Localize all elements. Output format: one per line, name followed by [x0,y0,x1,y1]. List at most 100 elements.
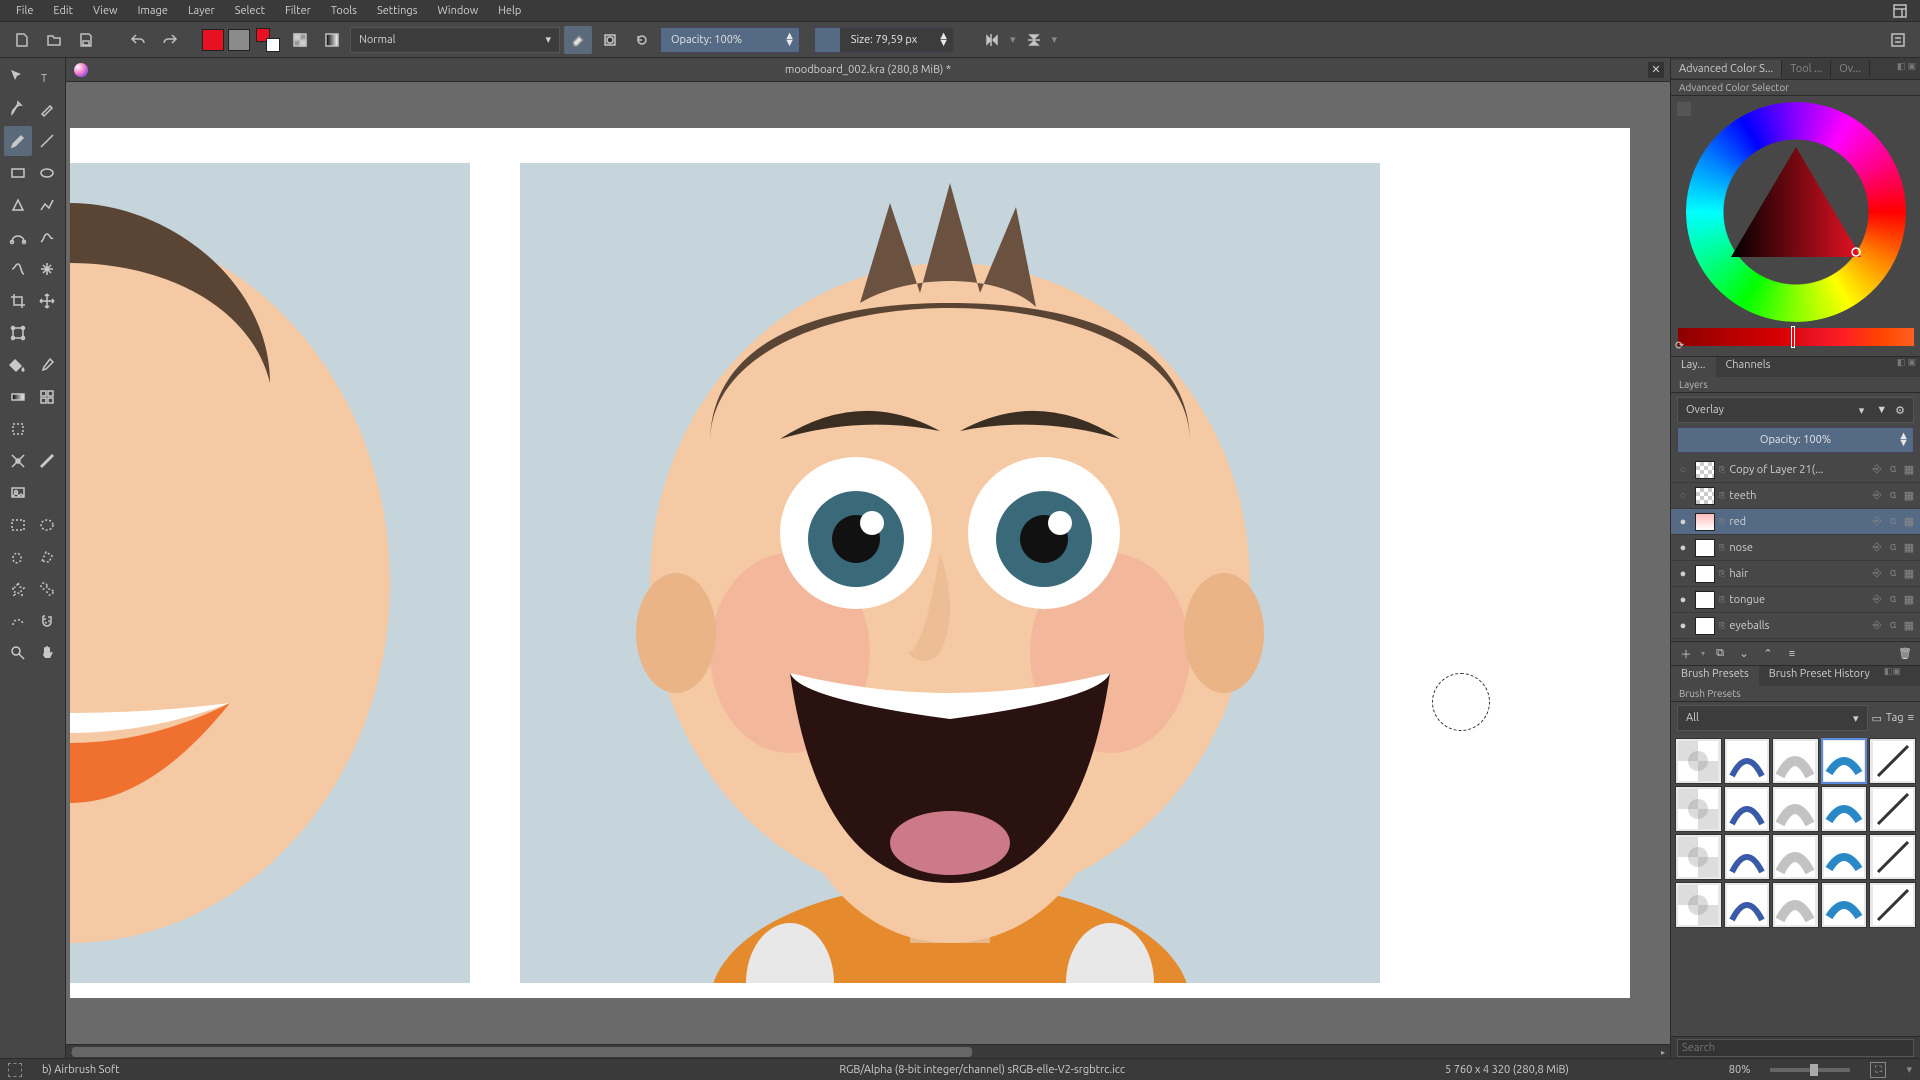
menu-settings[interactable]: Settings [367,2,428,20]
delete-layer-icon[interactable]: 🗑 [1896,645,1914,663]
layer-link-icon[interactable]: ⎘ [1719,595,1725,605]
contiguous-select-tool-icon[interactable] [4,574,32,604]
blend-mode-dropdown[interactable]: Normal▾ [350,27,560,53]
ellipse-select-tool-icon[interactable] [34,510,62,540]
layer-mode-icons[interactable]: ⎆α▦ [1870,541,1916,554]
reload-preset-icon[interactable] [628,26,656,54]
background-color-swatch[interactable] [228,29,250,51]
brush-preset[interactable] [1675,786,1722,832]
polygon-tool-icon[interactable] [4,190,32,220]
dynamic-brush-tool-icon[interactable] [4,254,32,284]
new-file-icon[interactable] [8,26,36,54]
multibrush-tool-icon[interactable] [34,254,62,284]
layer-row[interactable]: ●⎘hair⎆α▦ [1671,561,1920,587]
canvas[interactable] [66,82,1670,1044]
brush-preset[interactable] [1821,834,1868,880]
brush-preset[interactable] [1821,786,1868,832]
layer-link-icon[interactable]: ⎘ [1719,569,1725,579]
move-layer-up-icon[interactable]: ⌃ [1759,645,1777,663]
tab-channels[interactable]: Channels [1716,357,1781,377]
brush-search-input[interactable] [1677,1039,1914,1057]
hue-strip[interactable] [1678,328,1914,346]
pattern-edit-tool-icon[interactable] [34,382,62,412]
layer-mode-icons[interactable]: ⎆α▦ [1870,593,1916,606]
layer-name[interactable]: teeth [1729,490,1866,502]
layer-name[interactable]: nose [1729,542,1866,554]
status-zoom[interactable]: 80% [1729,1064,1751,1076]
magnetic-select-tool-icon[interactable] [34,606,62,636]
assistant-tool-icon[interactable] [4,446,32,476]
alpha-lock-icon[interactable] [596,26,624,54]
scrollbar-thumb[interactable] [72,1047,972,1057]
layer-name[interactable]: eyeballs [1729,620,1866,632]
brush-storage-icon[interactable]: ▭ [1872,712,1882,725]
edit-shapes-tool-icon[interactable] [4,94,32,124]
similar-select-tool-icon[interactable] [34,574,62,604]
layer-blend-dropdown[interactable]: Overlay ▾ ▼ ⚙ [1677,397,1914,423]
freehand-path-tool-icon[interactable] [34,222,62,252]
tab-layers[interactable]: Lay... [1671,357,1716,377]
duplicate-layer-icon[interactable]: ⧉ [1711,645,1729,663]
opacity-slider[interactable]: Opacity: 100%▲▼ [660,27,800,53]
layer-visibility-icon[interactable]: ○ [1675,462,1691,478]
layer-visibility-icon[interactable]: ● [1675,566,1691,582]
crop-tool-icon[interactable] [4,286,32,316]
menu-view[interactable]: View [83,2,128,20]
reference-tool-icon[interactable] [4,478,32,508]
layer-name[interactable]: hair [1729,568,1866,580]
layer-mode-icons[interactable]: ⎆α▦ [1870,619,1916,632]
color-picker-tool-icon[interactable] [34,350,62,380]
toolbar-overflow-icon[interactable] [1884,26,1912,54]
brush-preset[interactable] [1724,786,1771,832]
pattern-swatch-icon[interactable] [286,26,314,54]
color-refresh-icon[interactable]: ⟳ [1675,339,1684,352]
horizontal-scrollbar[interactable]: ◂ ▸ [66,1044,1670,1058]
save-file-icon[interactable] [72,26,100,54]
layer-link-icon[interactable]: ⎘ [1719,465,1725,475]
move-layer-down-icon[interactable]: ⌄ [1735,645,1753,663]
layer-visibility-icon[interactable]: ● [1675,540,1691,556]
calligraphy-tool-icon[interactable] [34,94,62,124]
layer-properties-icon[interactable]: ≡ [1783,645,1801,663]
freehand-brush-tool-icon[interactable] [4,126,32,156]
layer-name[interactable]: tongue [1729,594,1866,606]
layer-link-icon[interactable]: ⎘ [1719,543,1725,553]
undo-icon[interactable] [124,26,152,54]
close-document-icon[interactable]: ✕ [1648,62,1664,78]
menu-help[interactable]: Help [488,2,531,20]
fill-tool-icon[interactable] [4,350,32,380]
layer-link-icon[interactable]: ⎘ [1719,621,1725,631]
mirror-horizontal-icon[interactable] [978,26,1006,54]
menu-window[interactable]: Window [428,2,489,20]
mirror-vertical-icon[interactable] [1020,26,1048,54]
bezier-tool-icon[interactable] [4,222,32,252]
brush-size-slider[interactable]: Size: 79,59 px▲▼ [814,27,954,53]
foreground-color-swatch[interactable] [202,29,224,51]
brush-preset[interactable] [1675,834,1722,880]
menu-layer[interactable]: Layer [178,2,225,20]
freehand-select-tool-icon[interactable] [4,542,32,572]
redo-icon[interactable] [156,26,184,54]
brush-preset[interactable] [1724,738,1771,784]
selection-status-icon[interactable] [8,1063,22,1077]
brush-preset[interactable] [1869,738,1916,784]
zoom-fit-icon[interactable]: ⛶ [1870,1062,1886,1078]
menu-select[interactable]: Select [225,2,275,20]
brush-preset[interactable] [1772,834,1819,880]
layers-float-icon[interactable]: ◧ ▣ [1897,357,1920,377]
layer-link-icon[interactable]: ⎘ [1719,491,1725,501]
smart-patch-tool-icon[interactable] [4,414,32,444]
layer-mode-icons[interactable]: ⎆α▦ [1870,489,1916,502]
menu-tools[interactable]: Tools [321,2,367,20]
polyline-tool-icon[interactable] [34,190,62,220]
layer-mode-icons[interactable]: ⎆α▦ [1870,515,1916,528]
brush-preset[interactable] [1821,882,1868,928]
gradient-tool-icon[interactable] [4,382,32,412]
brush-preset[interactable] [1772,882,1819,928]
color-wheel[interactable] [1686,102,1906,322]
swap-colors-icon[interactable] [254,26,282,54]
text-tool-icon[interactable]: T [34,62,62,92]
tab-overview[interactable]: Ov... [1831,60,1870,78]
brush-tag-menu-icon[interactable]: ≡ [1908,712,1914,724]
menu-filter[interactable]: Filter [275,2,321,20]
